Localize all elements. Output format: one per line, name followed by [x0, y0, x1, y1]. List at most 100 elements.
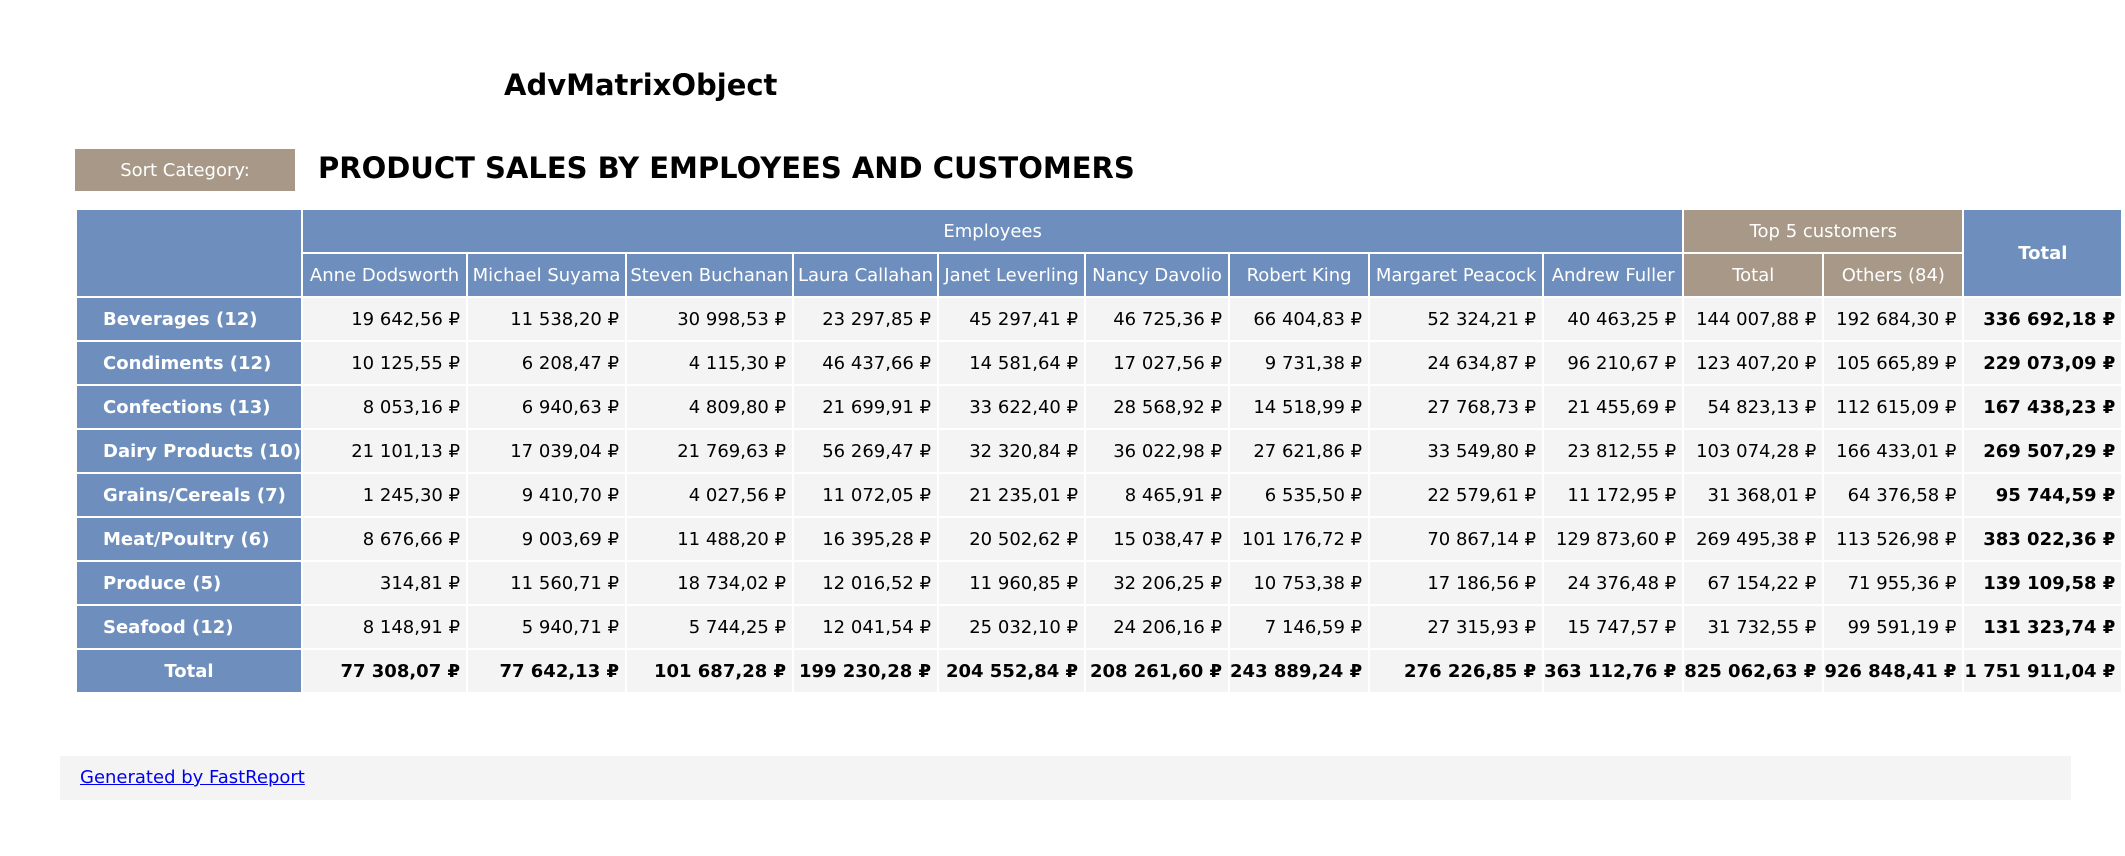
value-cell: 15 038,47 ₽ — [1084, 516, 1231, 562]
value-cell: 20 502,62 ₽ — [937, 516, 1087, 562]
value-cell: 27 621,86 ₽ — [1228, 428, 1371, 474]
generated-by-link[interactable]: Generated by FastReport — [80, 767, 305, 788]
value-cell: 12 041,54 ₽ — [792, 604, 940, 650]
row-total-cell: 229 073,09 ₽ — [1962, 340, 2124, 386]
column-total-cell: 276 226,85 ₽ — [1368, 648, 1545, 694]
value-cell: 6 208,47 ₽ — [466, 340, 628, 386]
value-cell: 21 455,69 ₽ — [1542, 384, 1685, 430]
value-cell: 31 732,55 ₽ — [1682, 604, 1825, 650]
column-total-cell: 77 642,13 ₽ — [466, 648, 628, 694]
value-cell: 21 235,01 ₽ — [937, 472, 1087, 518]
top-customers-group-header: Top 5 customers — [1682, 208, 1965, 254]
value-cell: 17 039,04 ₽ — [466, 428, 628, 474]
value-cell: 7 146,59 ₽ — [1228, 604, 1371, 650]
grand-total-header: Total — [1962, 208, 2124, 298]
page-title: AdvMatrixObject — [504, 68, 778, 102]
table-row: Beverages (12) 19 642,56 ₽11 538,20 ₽30 9… — [74, 296, 2124, 342]
corner-header-cell — [74, 208, 304, 298]
value-cell: 4 809,80 ₽ — [625, 384, 795, 430]
value-cell: 11 960,85 ₽ — [937, 560, 1087, 606]
value-cell: 8 676,66 ₽ — [301, 516, 469, 562]
row-header: Confections (13) — [74, 384, 304, 430]
value-cell: 45 297,41 ₽ — [937, 296, 1087, 342]
value-cell: 11 488,20 ₽ — [625, 516, 795, 562]
row-total-cell: 336 692,18 ₽ — [1962, 296, 2124, 342]
value-cell: 14 581,64 ₽ — [937, 340, 1087, 386]
sort-category-button[interactable]: Sort Category: — [75, 149, 295, 191]
row-header: Produce (5) — [74, 560, 304, 606]
value-cell: 6 535,50 ₽ — [1228, 472, 1371, 518]
row-header: Dairy Products (10) — [74, 428, 304, 474]
value-cell: 18 734,02 ₽ — [625, 560, 795, 606]
value-cell: 112 615,09 ₽ — [1822, 384, 1965, 430]
value-cell: 40 463,25 ₽ — [1542, 296, 1685, 342]
value-cell: 23 812,55 ₽ — [1542, 428, 1685, 474]
value-cell: 314,81 ₽ — [301, 560, 469, 606]
value-cell: 70 867,14 ₽ — [1368, 516, 1545, 562]
column-total-cell: 825 062,63 ₽ — [1682, 648, 1825, 694]
value-cell: 129 873,60 ₽ — [1542, 516, 1685, 562]
value-cell: 8 148,91 ₽ — [301, 604, 469, 650]
value-cell: 96 210,67 ₽ — [1542, 340, 1685, 386]
column-total-cell: 243 889,24 ₽ — [1228, 648, 1371, 694]
value-cell: 5 744,25 ₽ — [625, 604, 795, 650]
value-cell: 11 172,95 ₽ — [1542, 472, 1685, 518]
value-cell: 22 579,61 ₽ — [1368, 472, 1545, 518]
value-cell: 6 940,63 ₽ — [466, 384, 628, 430]
footer-bar: Generated by FastReport — [60, 756, 2071, 800]
column-header: Anne Dodsworth — [301, 252, 469, 298]
value-cell: 12 016,52 ₽ — [792, 560, 940, 606]
value-cell: 1 245,30 ₽ — [301, 472, 469, 518]
column-header: Steven Buchanan — [625, 252, 795, 298]
column-header: Others (84) — [1822, 252, 1965, 298]
row-header: Condiments (12) — [74, 340, 304, 386]
value-cell: 269 495,38 ₽ — [1682, 516, 1825, 562]
value-cell: 54 823,13 ₽ — [1682, 384, 1825, 430]
table-row: Meat/Poultry (6) 8 676,66 ₽9 003,69 ₽11 4… — [74, 516, 2124, 562]
row-total-cell: 383 022,36 ₽ — [1962, 516, 2124, 562]
value-cell: 15 747,57 ₽ — [1542, 604, 1685, 650]
value-cell: 30 998,53 ₽ — [625, 296, 795, 342]
column-header: Margaret Peacock — [1368, 252, 1545, 298]
row-header: Seafood (12) — [74, 604, 304, 650]
value-cell: 24 376,48 ₽ — [1542, 560, 1685, 606]
report-heading: PRODUCT SALES BY EMPLOYEES AND CUSTOMERS — [318, 151, 1135, 185]
column-total-cell: 77 308,07 ₽ — [301, 648, 469, 694]
table-row: Seafood (12) 8 148,91 ₽5 940,71 ₽5 744,25… — [74, 604, 2124, 650]
value-cell: 192 684,30 ₽ — [1822, 296, 1965, 342]
value-cell: 123 407,20 ₽ — [1682, 340, 1825, 386]
value-cell: 46 725,36 ₽ — [1084, 296, 1231, 342]
value-cell: 8 053,16 ₽ — [301, 384, 469, 430]
value-cell: 66 404,83 ₽ — [1228, 296, 1371, 342]
sales-matrix-table: Employees Top 5 customers Total Anne Dod… — [74, 208, 2124, 694]
column-header: Michael Suyama — [466, 252, 628, 298]
column-header: Laura Callahan — [792, 252, 940, 298]
value-cell: 16 395,28 ₽ — [792, 516, 940, 562]
column-header: Total — [1682, 252, 1825, 298]
value-cell: 32 206,25 ₽ — [1084, 560, 1231, 606]
value-cell: 4 115,30 ₽ — [625, 340, 795, 386]
row-total-cell: 139 109,58 ₽ — [1962, 560, 2124, 606]
column-total-cell: 101 687,28 ₽ — [625, 648, 795, 694]
value-cell: 64 376,58 ₽ — [1822, 472, 1965, 518]
value-cell: 71 955,36 ₽ — [1822, 560, 1965, 606]
column-header: Robert King — [1228, 252, 1371, 298]
value-cell: 21 101,13 ₽ — [301, 428, 469, 474]
value-cell: 56 269,47 ₽ — [792, 428, 940, 474]
table-row: Grains/Cereals (7) 1 245,30 ₽9 410,70 ₽4 … — [74, 472, 2124, 518]
column-total-cell: 208 261,60 ₽ — [1084, 648, 1231, 694]
row-header: Meat/Poultry (6) — [74, 516, 304, 562]
column-total-cell: 363 112,76 ₽ — [1542, 648, 1685, 694]
value-cell: 10 753,38 ₽ — [1228, 560, 1371, 606]
totals-row: Total 77 308,07 ₽77 642,13 ₽101 687,28 ₽1… — [74, 648, 2124, 694]
value-cell: 27 315,93 ₽ — [1368, 604, 1545, 650]
row-header: Grains/Cereals (7) — [74, 472, 304, 518]
value-cell: 4 027,56 ₽ — [625, 472, 795, 518]
value-cell: 67 154,22 ₽ — [1682, 560, 1825, 606]
value-cell: 21 769,63 ₽ — [625, 428, 795, 474]
row-total-cell: 95 744,59 ₽ — [1962, 472, 2124, 518]
column-total-cell: 204 552,84 ₽ — [937, 648, 1087, 694]
value-cell: 21 699,91 ₽ — [792, 384, 940, 430]
totals-row-header: Total — [74, 648, 304, 694]
table-row: Dairy Products (10) 21 101,13 ₽17 039,04 … — [74, 428, 2124, 474]
